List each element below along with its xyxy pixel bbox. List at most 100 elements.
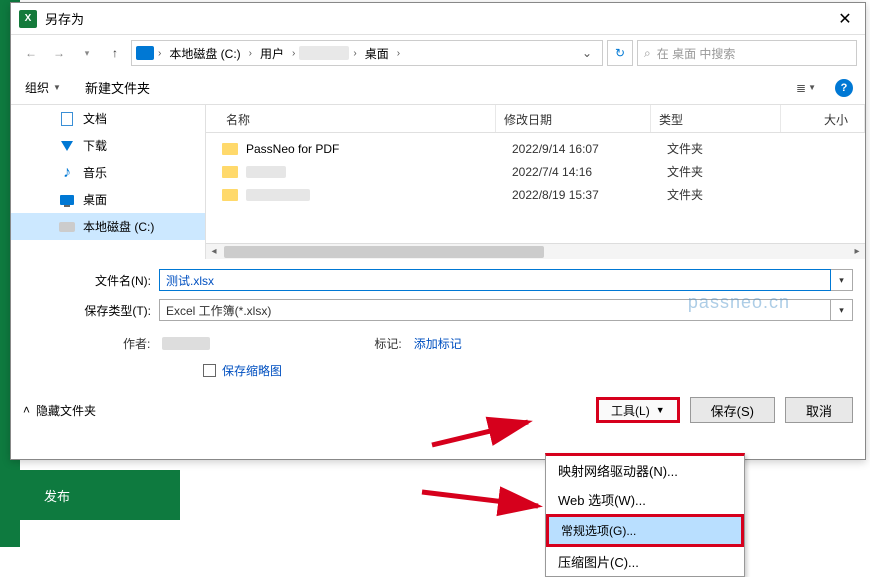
filename-input[interactable] (159, 269, 831, 291)
watermark: passneo.cn (688, 292, 790, 313)
tools-dropdown: 映射网络驱动器(N)... Web 选项(W)... 常规选项(G)... 压缩… (545, 453, 745, 577)
sidebar-item-local-disk[interactable]: 本地磁盘 (C:) (11, 213, 205, 240)
chevron-right-icon: › (290, 48, 297, 59)
save-as-dialog: X 另存为 ✕ ← → ▾ ↑ › 本地磁盘 (C:) › 用户 › › 桌面 … (10, 2, 866, 460)
sidebar-item-label: 本地磁盘 (C:) (83, 218, 154, 235)
add-tag-link[interactable]: 添加标记 (414, 335, 462, 352)
save-form: 文件名(N): ▾ 保存类型(T): Excel 工作簿(*.xlsx) ▾ 作… (11, 259, 865, 387)
document-icon (61, 112, 73, 126)
folder-icon (222, 166, 238, 178)
publish-button[interactable]: 发布 (20, 470, 180, 520)
file-type: 文件夹 (667, 186, 797, 203)
sidebar: 文档 下载 ♪ 音乐 桌面 本地磁盘 (C:) (11, 105, 206, 259)
tools-button[interactable]: 工具(L) ▼ (596, 397, 680, 423)
redacted (246, 189, 310, 201)
filename-label: 文件名(N): (23, 272, 159, 289)
path-segment[interactable]: 本地磁盘 (C:) (165, 45, 244, 62)
path-segment[interactable]: 桌面 (361, 45, 393, 62)
annotation-arrow-2 (418, 484, 548, 518)
tag-label: 标记: (374, 335, 401, 352)
view-options-button[interactable]: ≣ ▼ (793, 76, 819, 100)
help-button[interactable]: ? (831, 76, 857, 100)
column-name[interactable]: 名称 (206, 105, 496, 132)
recent-locations-button[interactable]: ▾ (75, 41, 99, 65)
sidebar-item-label: 桌面 (83, 191, 107, 208)
dropdown-item-map-drive[interactable]: 映射网络驱动器(N)... (546, 456, 744, 485)
column-date[interactable]: 修改日期 (496, 105, 651, 132)
save-button[interactable]: 保存(S) (690, 397, 775, 423)
file-row[interactable]: 2022/7/4 14:16 文件夹 (206, 160, 865, 183)
close-button[interactable]: ✕ (829, 3, 861, 35)
file-name (246, 189, 512, 201)
chevron-right-icon: › (351, 48, 358, 59)
thumbnail-label: 保存缩略图 (222, 362, 282, 379)
search-icon: ⌕ (644, 46, 651, 61)
excel-icon: X (19, 10, 37, 28)
music-icon: ♪ (59, 165, 75, 181)
file-list: 名称 修改日期 类型 大小 PassNeo for PDF 2022/9/14 … (206, 105, 865, 259)
file-type: 文件夹 (667, 140, 797, 157)
cancel-button[interactable]: 取消 (785, 397, 853, 423)
chevron-right-icon: › (156, 48, 163, 59)
search-input[interactable]: ⌕ 在 桌面 中搜索 (637, 40, 857, 66)
refresh-button[interactable]: ↻ (607, 40, 633, 66)
file-type: 文件夹 (667, 163, 797, 180)
desktop-icon (60, 195, 74, 205)
path-segment[interactable]: 用户 (256, 45, 288, 62)
filetype-label: 保存类型(T): (23, 302, 159, 319)
redacted (246, 166, 286, 178)
pc-icon (136, 46, 154, 60)
disk-icon (59, 222, 75, 232)
dropdown-item-general-options[interactable]: 常规选项(G)... (546, 514, 744, 547)
search-placeholder: 在 桌面 中搜索 (657, 45, 736, 62)
sidebar-item-label: 下载 (83, 137, 107, 154)
sidebar-item-music[interactable]: ♪ 音乐 (11, 159, 205, 186)
location-bar: ← → ▾ ↑ › 本地磁盘 (C:) › 用户 › › 桌面 › ⌄ ↻ ⌕ … (11, 35, 865, 71)
scrollbar-thumb[interactable] (224, 246, 544, 258)
file-row[interactable]: PassNeo for PDF 2022/9/14 16:07 文件夹 (206, 137, 865, 160)
file-name: PassNeo for PDF (246, 142, 512, 156)
filetype-value: Excel 工作簿(*.xlsx) (166, 302, 271, 319)
sidebar-item-documents[interactable]: 文档 (11, 105, 205, 132)
up-button[interactable]: ↑ (103, 41, 127, 65)
new-folder-button[interactable]: 新建文件夹 (79, 74, 156, 101)
file-date: 2022/9/14 16:07 (512, 142, 667, 156)
chevron-down-icon: ▼ (656, 405, 665, 415)
folder-icon (222, 189, 238, 201)
file-row[interactable]: 2022/8/19 15:37 文件夹 (206, 183, 865, 206)
annotation-arrow-1 (428, 410, 538, 450)
dropdown-item-web-options[interactable]: Web 选项(W)... (546, 485, 744, 514)
column-size[interactable]: 大小 (781, 105, 865, 132)
path-segment-redacted[interactable] (299, 46, 349, 60)
sidebar-item-label: 音乐 (83, 164, 107, 181)
file-name (246, 166, 512, 178)
toolbar: 组织▼ 新建文件夹 ≣ ▼ ? (11, 71, 865, 105)
path-box[interactable]: › 本地磁盘 (C:) › 用户 › › 桌面 › ⌄ (131, 40, 603, 66)
thumbnail-checkbox[interactable] (203, 364, 216, 377)
scroll-left-button[interactable]: ◂ (206, 244, 222, 260)
filetype-dropdown[interactable]: ▾ (831, 299, 853, 321)
column-type[interactable]: 类型 (651, 105, 781, 132)
sidebar-item-desktop[interactable]: 桌面 (11, 186, 205, 213)
chevron-right-icon: › (395, 48, 402, 59)
path-dropdown[interactable]: ⌄ (576, 46, 598, 60)
sidebar-item-downloads[interactable]: 下载 (11, 132, 205, 159)
titlebar: X 另存为 ✕ (11, 3, 865, 35)
author-value-redacted (162, 337, 210, 350)
filename-dropdown[interactable]: ▾ (831, 269, 853, 291)
hide-folders-button[interactable]: ˄ 隐藏文件夹 (23, 402, 96, 419)
chevron-up-icon: ˄ (23, 403, 30, 417)
dialog-title: 另存为 (45, 9, 829, 28)
forward-button[interactable]: → (47, 41, 71, 65)
horizontal-scrollbar[interactable]: ◂ ▸ (206, 243, 865, 259)
organize-button[interactable]: 组织▼ (19, 75, 67, 100)
back-button[interactable]: ← (19, 41, 43, 65)
file-date: 2022/8/19 15:37 (512, 188, 667, 202)
chevron-right-icon: › (247, 48, 254, 59)
scroll-right-button[interactable]: ▸ (849, 244, 865, 260)
file-date: 2022/7/4 14:16 (512, 165, 667, 179)
folder-icon (222, 143, 238, 155)
dropdown-item-compress[interactable]: 压缩图片(C)... (546, 547, 744, 576)
author-label: 作者: (123, 335, 150, 352)
chevron-down-icon: ▼ (53, 83, 61, 92)
